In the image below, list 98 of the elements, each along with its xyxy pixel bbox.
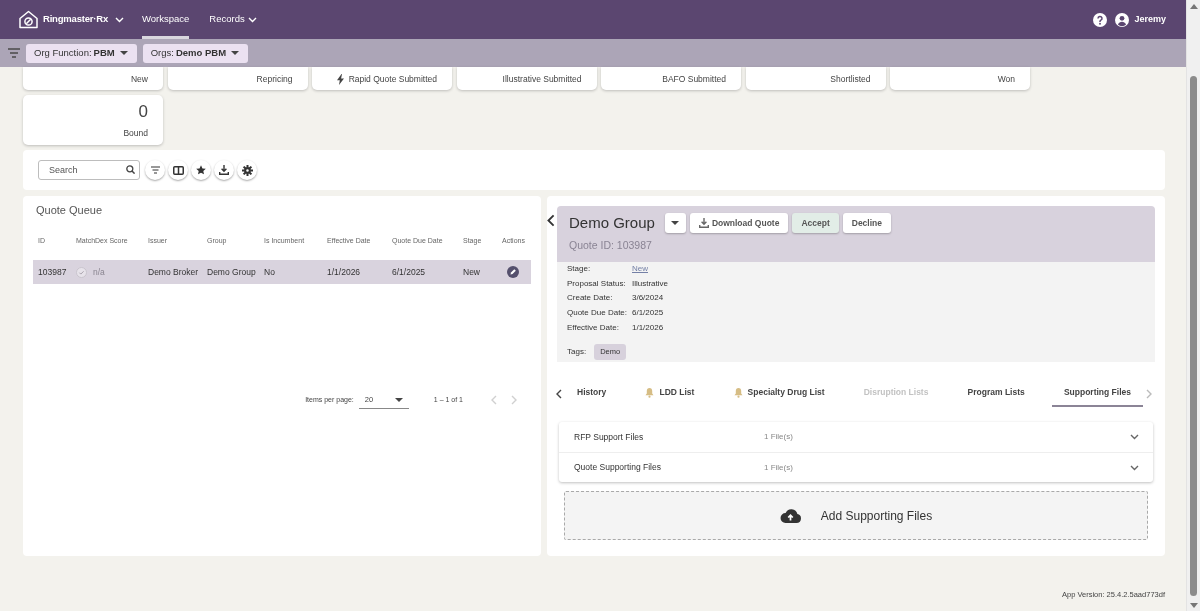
user-name[interactable]: Jeremy [1134,12,1166,27]
field-value: 1/1/2026 [632,321,665,334]
user-icon[interactable] [1115,12,1130,27]
stage-card[interactable]: BAFO Submitted [601,67,741,90]
stage-label: New [131,74,148,85]
logo-icon[interactable] [18,10,39,29]
tab[interactable]: LDD List [633,380,707,407]
quote-title: Demo Group [569,213,655,233]
stage-label: Rapid Quote Submitted [348,74,437,85]
chevron-down-icon[interactable] [115,16,124,23]
filter-dropdown[interactable]: Org Function: PBM [26,43,137,63]
table-cell-text: 6/1/2025 [391,265,427,279]
chevron-left-icon[interactable] [556,388,562,399]
file-group-name: RFP Support Files [574,430,645,444]
field-label: Proposal Status: [567,277,627,290]
field-label: Stage: [567,263,592,275]
chevron-left-icon[interactable] [547,214,555,227]
columns-icon [172,165,184,175]
caret-icon [231,51,240,55]
scrollbar[interactable] [1186,0,1200,611]
download-quote-button[interactable]: Download Quote [689,213,789,233]
chevron-down-icon [1130,464,1139,471]
cloud-upload-icon [779,508,801,523]
quote-id: Quote ID: 103987 [569,238,653,252]
dropdown-button[interactable] [664,213,686,233]
stage-label: BAFO Submitted [662,74,726,85]
settings-button[interactable] [237,160,257,180]
field-label: Effective Date: [567,321,620,334]
chevron-down-icon [247,16,257,23]
table-cell-text: Demo Group [206,265,257,279]
tab[interactable]: History [565,380,619,407]
tab[interactable]: Program Lists [955,380,1037,407]
cell-text: n/a [93,265,105,279]
download-icon [698,218,709,228]
decline-button[interactable]: Decline [842,213,891,233]
accordion-header[interactable]: Quote Supporting Files 1 File(s) [559,452,1153,482]
edit-icon[interactable] [507,266,519,278]
caret-icon [671,221,680,225]
check-circle-icon [76,266,87,278]
bell-icon [645,387,655,398]
caret-icon [394,397,403,402]
stage-card[interactable]: Repricing [167,67,308,90]
caret-icon [119,51,128,55]
stage-count: 0 [138,102,148,122]
tab[interactable]: Specialty Drug List [721,380,837,407]
stage-card[interactable]: New [23,67,163,90]
scrollbar-thumb[interactable] [1190,76,1197,596]
stage-label: Illustrative Submitted [502,74,582,85]
search-field[interactable]: Search [38,160,140,180]
help-icon[interactable] [1093,12,1108,27]
file-count: 1 File(s) [764,461,793,474]
table-cell-text: 103987 [37,265,68,279]
dropzone-label: Add Supporting Files [820,507,933,525]
stage-card[interactable]: Rapid Quote Submitted [312,67,452,90]
field-link[interactable]: New [632,264,648,273]
stage-label: Repricing [256,74,293,85]
columns-button[interactable] [168,160,188,180]
brand-name[interactable]: Ringmaster·Rx [43,12,108,27]
bolt-icon [336,74,344,85]
stage-card[interactable]: 0 Bound [23,95,163,145]
panel-title: Quote Queue [35,203,104,217]
filter-icon[interactable] [8,48,20,58]
nav-item[interactable]: Records [209,0,257,39]
field-value: 6/1/2025 [632,307,665,320]
download-button[interactable] [214,160,234,180]
tab[interactable]: Supporting Files [1051,380,1143,407]
stage-label: Bound [123,128,148,139]
field-label: Create Date: [567,292,614,305]
filter-dropdown[interactable]: Orgs: Demo PBM [142,43,249,63]
field-label: Quote Due Date: [567,307,629,320]
file-count: 1 File(s) [764,431,793,443]
field-value: Illustrative [632,277,669,290]
stage-card[interactable]: Won [890,67,1030,90]
star-icon [196,165,206,175]
favorites-button[interactable] [191,160,211,180]
table-cell-text: 1/1/2026 [326,265,362,279]
upload-dropzone[interactable]: Add Supporting Files [564,491,1148,540]
settings-icon [241,164,253,176]
file-group-name: Quote Supporting Files [574,461,662,474]
filter-icon [150,166,160,174]
stage-card[interactable]: Illustrative Submitted [456,67,597,90]
download-icon [219,165,229,175]
field-value: 3/6/2024 [632,292,665,305]
scroll-up-icon[interactable] [1189,4,1198,9]
table-row[interactable]: 103987 n/a Demo Broker Demo Group No 1/1/2026 6/1/2025 New [33,260,531,284]
search-icon[interactable] [126,165,135,174]
stage-label: Shortlisted [830,74,871,85]
table-cell-text: New [462,265,481,279]
table-cell-text: No [263,265,276,279]
accept-button[interactable]: Accept [792,213,839,233]
bell-icon [733,387,743,398]
table-cell-text: Demo Broker [147,265,200,279]
stage-label: Won [997,74,1015,85]
chevron-down-icon [1130,434,1139,440]
field-label: Tags: [567,345,587,358]
accordion-header[interactable]: RFP Support Files 1 File(s) [559,422,1153,452]
scroll-down-icon[interactable] [1189,603,1198,608]
stage-card[interactable]: Shortlisted [745,67,886,90]
